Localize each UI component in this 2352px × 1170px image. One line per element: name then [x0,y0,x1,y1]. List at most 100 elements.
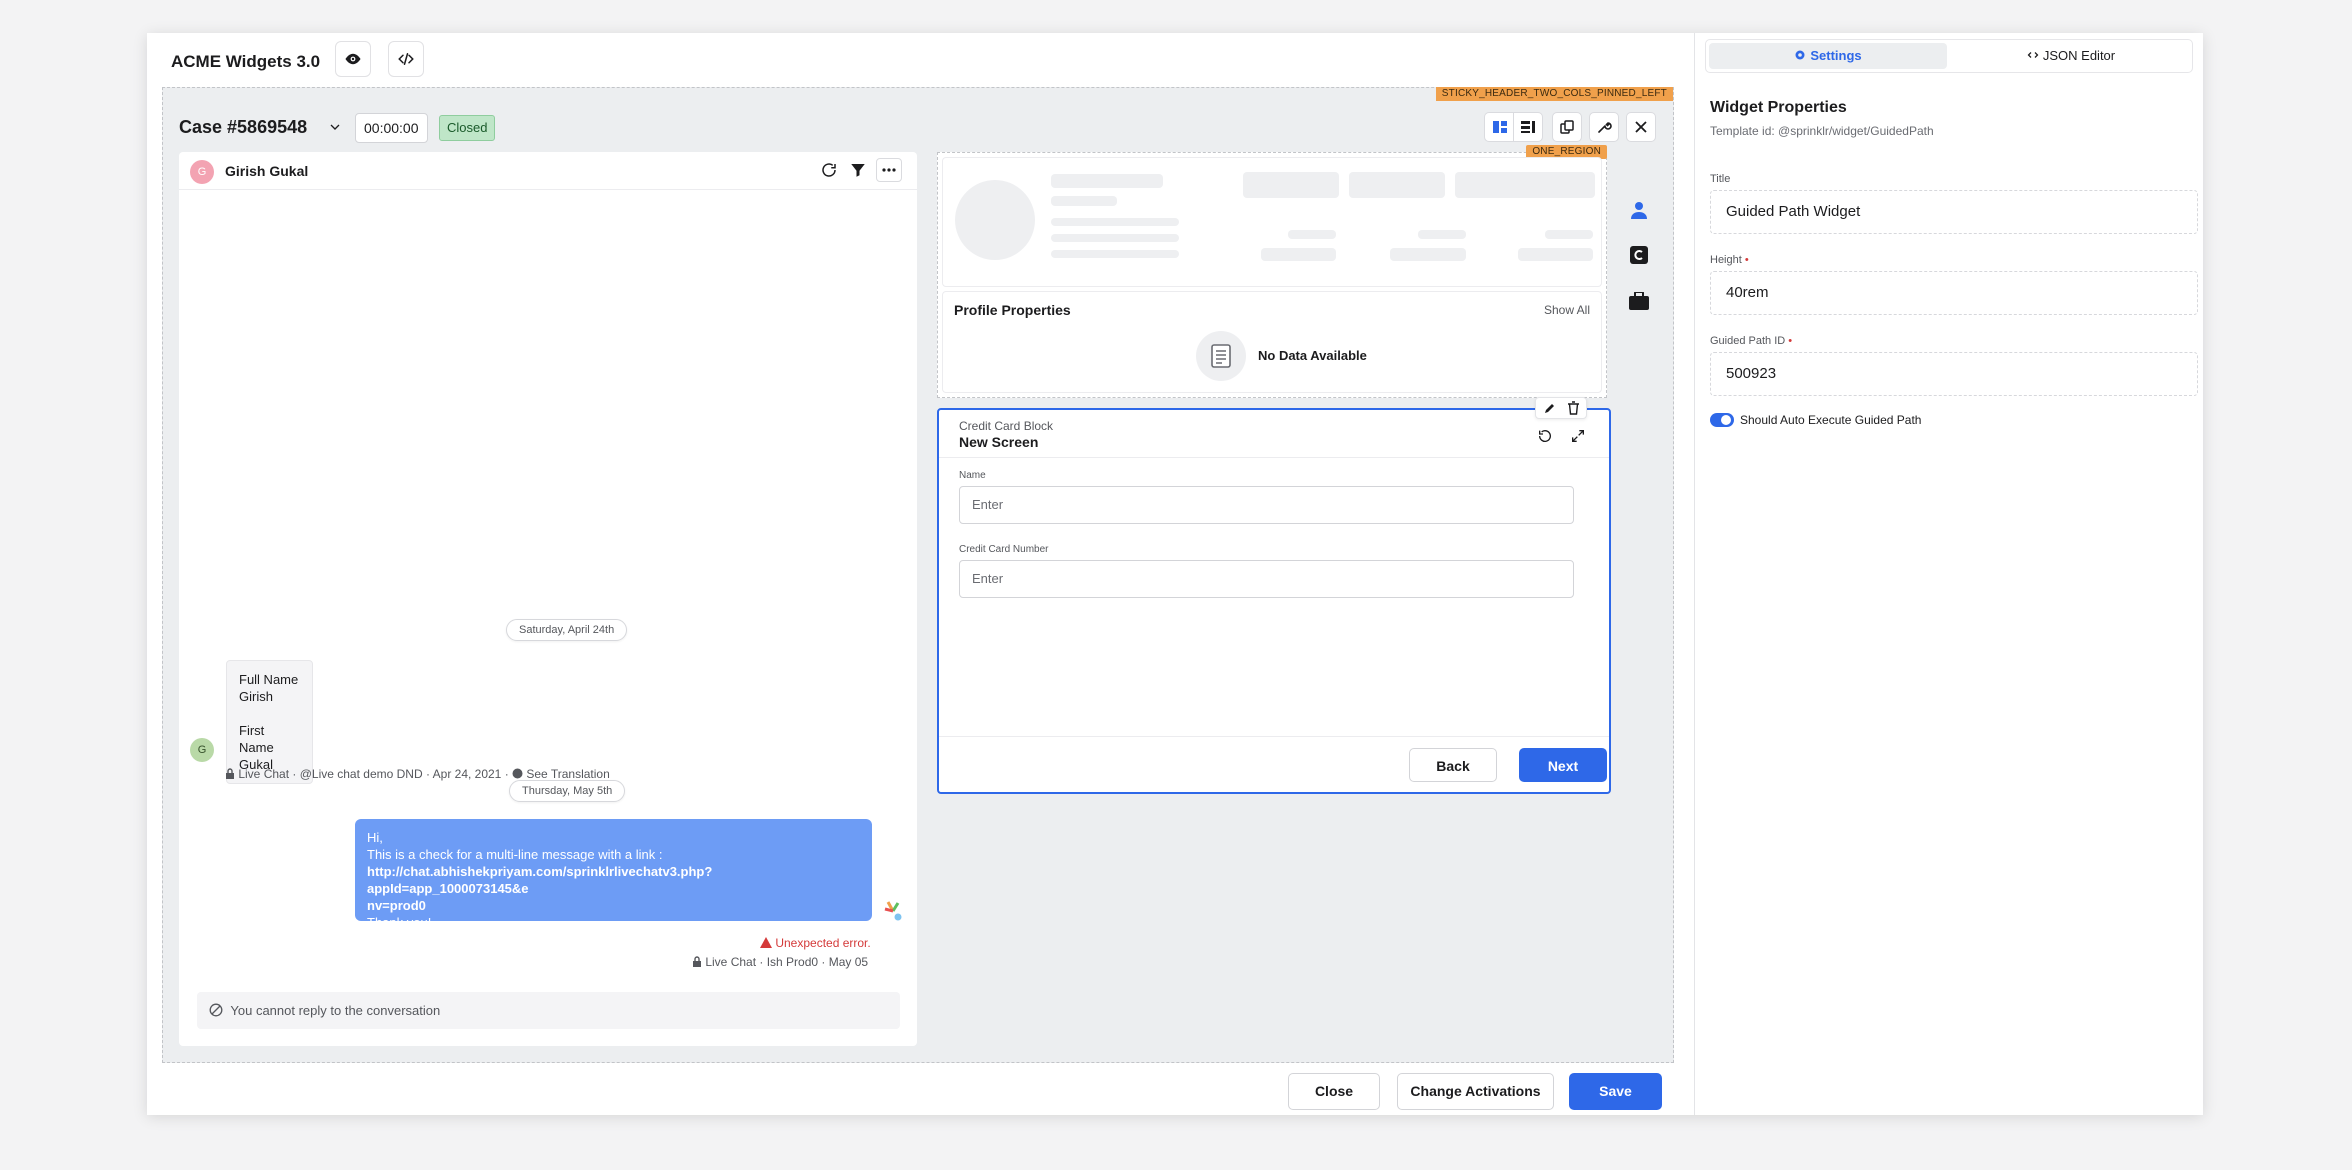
message-meta-2: Live Chat · Ish Prod0 · May 05 [692,954,868,970]
case-timer: 00:00:00 [355,113,428,143]
message-link-cont[interactable]: nv=prod0 [367,897,860,914]
copy-button[interactable] [1552,112,1582,142]
error-message: Unexpected error. [760,935,871,951]
edit-widget-button[interactable] [1543,401,1557,420]
auto-execute-toggle[interactable] [1710,413,1734,427]
brand-avatar [882,900,904,927]
skeleton-line [1051,218,1179,226]
auto-execute-label: Should Auto Execute Guided Path [1740,413,1922,427]
briefcase-icon [1629,291,1649,310]
layout-tag: STICKY_HEADER_TWO_COLS_PINNED_LEFT [1435,87,1673,101]
divider [939,736,1609,737]
list-layout-icon [1521,121,1535,133]
lock-icon [226,768,234,779]
date-separator-2: Thursday, May 5th [509,780,626,802]
settings-panel: Settings JSON Editor Widget Properties T… [1694,33,2203,1115]
tab-settings[interactable]: Settings [1709,43,1947,69]
message-line: Thank you! [367,915,432,930]
brand-logo-icon [884,901,903,922]
conversation-pane: G Girish Gukal Saturday, April 24th Full… [179,152,917,1046]
panel-tabs: Settings JSON Editor [1705,39,2193,73]
name-input[interactable]: Enter [959,486,1574,524]
expand-button[interactable] [1570,428,1586,449]
skeleton-line [1288,230,1336,239]
skeleton-chip [1349,172,1445,198]
save-button[interactable]: Save [1569,1073,1662,1110]
height-input[interactable]: 40rem [1710,271,2198,315]
panel-heading: Widget Properties [1710,99,1847,116]
avatar: G [190,160,214,184]
app-title: ACME Widgets 3.0 [171,52,321,71]
reset-button[interactable] [1537,428,1553,449]
screen-title: New Screen [959,434,1039,450]
tools-button[interactable] [1589,112,1619,142]
credit-card-input[interactable]: Enter [959,560,1574,598]
profile-region: ONE_REGION Profile Properties Show All N… [937,145,1607,398]
agent-message-bubble: Hi, This is a check for a multi-line mes… [355,819,872,930]
skeleton-line [1051,250,1179,258]
title-input[interactable]: Guided Path Widget [1710,190,2198,234]
message-line: This is a check for a multi-line message… [367,847,663,862]
code-icon [2027,52,2039,58]
blocked-icon [209,1003,223,1017]
back-button[interactable]: Back [1409,748,1497,782]
trash-icon [1568,401,1579,415]
skeleton-line [1545,230,1593,239]
refresh-button[interactable] [820,161,838,184]
title-field-label: Title [1710,173,1731,185]
meta-channel: Live Chat [238,767,290,781]
next-button[interactable]: Next [1519,748,1607,782]
skeleton-chip [1243,172,1339,198]
more-options-button[interactable] [876,158,902,182]
filter-icon [851,164,865,177]
guided-path-id-input[interactable]: 500923 [1710,352,2198,396]
close-case-button[interactable] [1626,112,1656,142]
change-activations-button[interactable]: Change Activations [1397,1073,1554,1110]
delete-widget-button[interactable] [1567,401,1580,420]
case-c-icon [1630,246,1648,264]
see-translation-link[interactable]: See Translation [512,767,610,781]
meta-date: Apr 24, 2021 [432,767,502,781]
filter-button[interactable] [849,161,867,184]
credit-card-field-label: Credit Card Number [959,544,1049,555]
guided-path-widget[interactable]: Credit Card Block New Screen Name Enter … [937,397,1611,794]
skeleton-chip [1455,172,1595,198]
tab-json-editor[interactable]: JSON Editor [1952,43,2190,69]
profile-properties-card: Profile Properties Show All No Data Avai… [942,291,1602,393]
chevron-down-icon [330,124,340,130]
show-all-link[interactable]: Show All [1544,303,1590,318]
skeleton-line [1261,248,1336,261]
case-dropdown[interactable] [327,119,343,140]
wrench-icon [1598,122,1612,133]
reply-disabled-notice: You cannot reply to the conversation [197,992,900,1029]
divider [939,457,1609,458]
close-icon [1635,121,1647,133]
card-label-full-name: Full Name [239,672,299,687]
document-icon [1211,344,1231,368]
close-button[interactable]: Close [1288,1073,1380,1110]
template-id: Template id: @sprinklr/widget/GuidedPath [1710,124,1934,138]
rail-case-button[interactable] [1630,246,1648,269]
pencil-icon [1545,404,1554,413]
preview-button[interactable] [335,41,371,77]
gear-icon [1795,50,1805,60]
profile-skeleton-card [942,157,1602,287]
code-icon [398,53,414,65]
message-line: Hi, [367,830,383,845]
profile-properties-heading: Profile Properties [954,302,1071,318]
skeleton-line [1418,230,1466,239]
guided-path-id-label: Guided Path ID • [1710,335,1793,347]
undo-icon [1538,430,1551,442]
layout-icon [1492,121,1507,133]
skeleton-line [1390,248,1466,261]
user-icon [1631,202,1647,219]
block-label: Credit Card Block [959,419,1054,433]
code-button[interactable] [388,41,424,77]
date-separator: Saturday, April 24th [506,619,628,641]
list-view-button[interactable] [1513,112,1543,142]
rail-profile-button[interactable] [1629,200,1649,225]
empty-state-text: No Data Available [1258,348,1367,363]
rail-briefcase-button[interactable] [1629,291,1649,315]
layout-view-button[interactable] [1484,112,1514,142]
message-link[interactable]: http://chat.abhishekpriyam.com/sprinklrl… [367,863,860,897]
